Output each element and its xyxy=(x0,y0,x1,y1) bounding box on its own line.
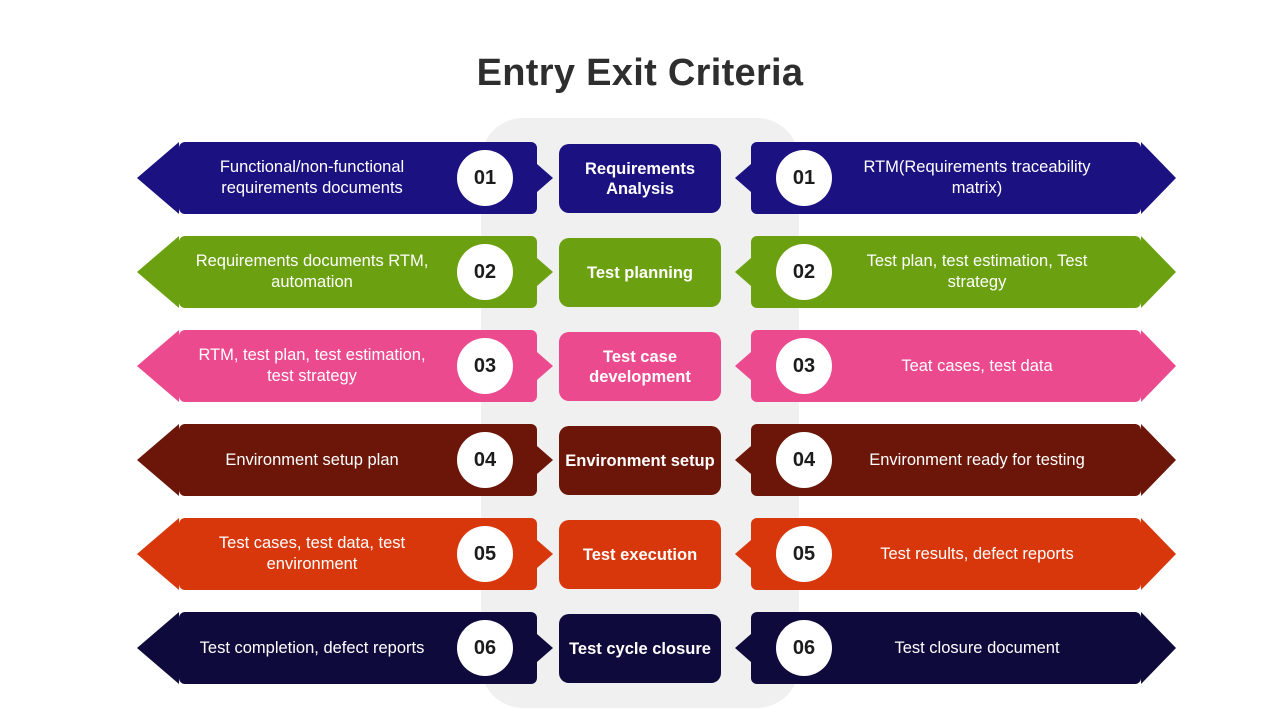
entry-criteria-label: Test cases, test data, test environment xyxy=(218,534,406,573)
entry-criteria-label: Functional/non-functional requirements d… xyxy=(219,158,405,197)
exit-criteria-arrow[interactable]: 04 Environment ready for testing xyxy=(735,424,1176,496)
exit-arrow-tip-left xyxy=(735,540,751,568)
entry-arrow-head-left xyxy=(137,424,179,496)
entry-arrow-head-left xyxy=(137,612,179,684)
exit-criteria-label: Test closure document xyxy=(894,638,1060,657)
exit-arrow-tip-left xyxy=(735,446,751,474)
phase-box[interactable]: Test execution xyxy=(559,520,721,589)
entry-criteria-arrow[interactable]: Requirements documents RTM, automation 02 xyxy=(137,236,553,308)
exit-criteria-label: Test plan, test estimation, Test strateg… xyxy=(866,252,1088,291)
exit-step-number-badge: 06 xyxy=(776,620,832,676)
exit-arrow-tip-left xyxy=(735,352,751,380)
entry-step-number-badge: 01 xyxy=(457,150,513,206)
entry-criteria-label: Environment setup plan xyxy=(225,450,399,469)
criteria-row: Functional/non-functional requirements d… xyxy=(0,142,1280,214)
exit-criteria-label: Environment ready for testing xyxy=(869,450,1085,469)
entry-step-number-badge: 02 xyxy=(457,244,513,300)
entry-step-number-badge: 05 xyxy=(457,526,513,582)
entry-criteria-arrow[interactable]: RTM, test plan, test estimation, test st… xyxy=(137,330,553,402)
exit-arrow-head-right xyxy=(1141,518,1176,590)
entry-arrow-tip-right xyxy=(537,164,553,192)
exit-step-number-badge: 05 xyxy=(776,526,832,582)
criteria-row: Requirements documents RTM, automation 02… xyxy=(0,236,1280,308)
entry-arrow-head-left xyxy=(137,518,179,590)
entry-step-number-badge: 06 xyxy=(457,620,513,676)
exit-criteria-label: Test results, defect reports xyxy=(880,544,1074,563)
exit-criteria-arrow[interactable]: 05 Test results, defect reports xyxy=(735,518,1176,590)
entry-criteria-arrow[interactable]: Test completion, defect reports 06 xyxy=(137,612,553,684)
exit-criteria-arrow[interactable]: 06 Test closure document xyxy=(735,612,1176,684)
entry-criteria-arrow[interactable]: Environment setup plan 04 xyxy=(137,424,553,496)
entry-criteria-arrow[interactable]: Test cases, test data, test environment 0… xyxy=(137,518,553,590)
exit-criteria-arrow[interactable]: 02 Test plan, test estimation, Test strat… xyxy=(735,236,1176,308)
phase-box[interactable]: Environment setup xyxy=(559,426,721,495)
criteria-row: RTM, test plan, test estimation, test st… xyxy=(0,330,1280,402)
entry-step-number-badge: 03 xyxy=(457,338,513,394)
exit-arrow-head-right xyxy=(1141,612,1176,684)
exit-arrow-tip-left xyxy=(735,258,751,286)
entry-criteria-arrow[interactable]: Functional/non-functional requirements d… xyxy=(137,142,553,214)
criteria-row: Test completion, defect reports 06 Test cy… xyxy=(0,612,1280,684)
entry-arrow-tip-right xyxy=(537,540,553,568)
exit-arrow-tip-left xyxy=(735,634,751,662)
entry-criteria-label: RTM, test plan, test estimation, test st… xyxy=(198,346,426,385)
exit-step-number-badge: 03 xyxy=(776,338,832,394)
criteria-row: Test cases, test data, test environment 0… xyxy=(0,518,1280,590)
entry-step-number-badge: 04 xyxy=(457,432,513,488)
entry-arrow-head-left xyxy=(137,142,179,214)
criteria-row: Environment setup plan 04 Environment setu… xyxy=(0,424,1280,496)
exit-criteria-label: RTM(Requirements traceability matrix) xyxy=(863,158,1091,197)
exit-criteria-arrow[interactable]: 01 RTM(Requirements traceability matrix) xyxy=(735,142,1176,214)
entry-arrow-tip-right xyxy=(537,446,553,474)
entry-arrow-tip-right xyxy=(537,634,553,662)
phase-box[interactable]: Test case development xyxy=(559,332,721,401)
entry-arrow-head-left xyxy=(137,236,179,308)
exit-step-number-badge: 02 xyxy=(776,244,832,300)
exit-arrow-tip-left xyxy=(735,164,751,192)
exit-arrow-head-right xyxy=(1141,142,1176,214)
exit-criteria-arrow[interactable]: 03 Teat cases, test data xyxy=(735,330,1176,402)
exit-arrow-head-right xyxy=(1141,424,1176,496)
exit-arrow-head-right xyxy=(1141,330,1176,402)
phase-box[interactable]: Test planning xyxy=(559,238,721,307)
page-title: Entry Exit Criteria xyxy=(476,52,804,94)
phase-box[interactable]: Requirements Analysis xyxy=(559,144,721,213)
exit-step-number-badge: 04 xyxy=(776,432,832,488)
diagram-canvas: Entry Exit Criteria Functional/non-funct… xyxy=(0,0,1280,720)
entry-criteria-label: Test completion, defect reports xyxy=(199,638,425,657)
phase-box[interactable]: Test cycle closure xyxy=(559,614,721,683)
entry-arrow-tip-right xyxy=(537,258,553,286)
exit-arrow-head-right xyxy=(1141,236,1176,308)
exit-step-number-badge: 01 xyxy=(776,150,832,206)
entry-arrow-head-left xyxy=(137,330,179,402)
entry-arrow-tip-right xyxy=(537,352,553,380)
exit-criteria-label: Teat cases, test data xyxy=(901,356,1053,375)
entry-criteria-label: Requirements documents RTM, automation xyxy=(195,252,429,291)
